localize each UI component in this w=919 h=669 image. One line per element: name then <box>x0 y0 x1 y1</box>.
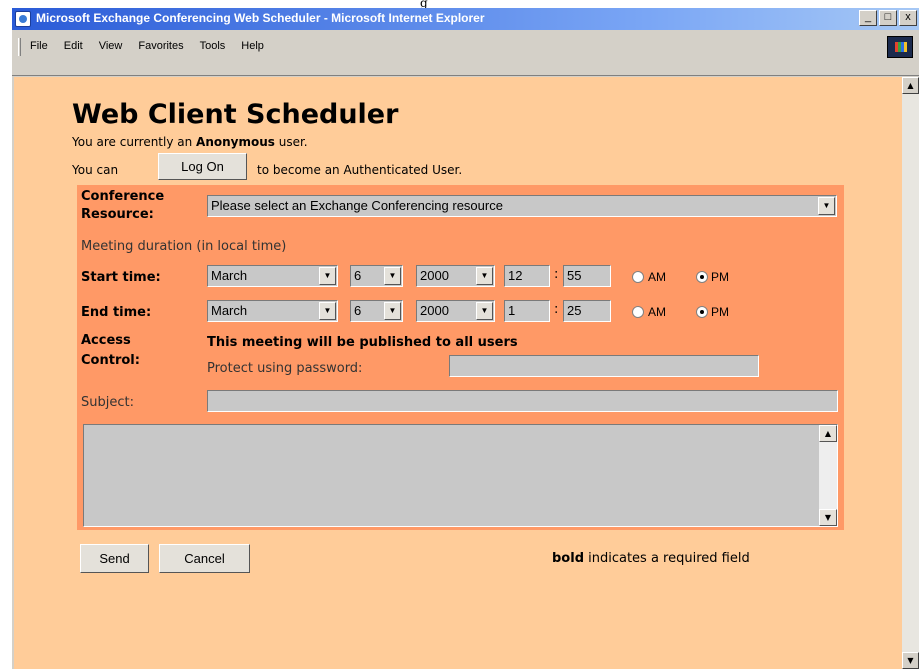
end-am-label: AM <box>648 305 666 319</box>
start-day-select[interactable]: 6 ▼ <box>350 265 403 287</box>
page-scrollbar[interactable]: ▲ ▼ <box>902 77 919 669</box>
resource-label-line1: Conference <box>81 189 165 204</box>
resource-label-line2: Resource: <box>81 207 154 222</box>
menu-items: File Edit View Favorites Tools Help <box>30 40 264 52</box>
log-on-button[interactable]: Log On <box>158 153 247 180</box>
menu-edit[interactable]: Edit <box>64 40 83 52</box>
end-pm-label: PM <box>711 305 729 319</box>
duration-label: Meeting duration (in local time) <box>81 239 287 254</box>
password-input[interactable] <box>449 355 759 377</box>
chevron-down-icon[interactable]: ▼ <box>319 267 336 285</box>
ie-icon <box>15 11 31 27</box>
password-label: Protect using password: <box>207 361 363 376</box>
start-day-value: 6 <box>354 268 362 283</box>
menu-file[interactable]: File <box>30 40 48 52</box>
end-year-value: 2000 <box>420 303 449 318</box>
end-minute-input[interactable]: 25 <box>563 300 611 322</box>
chevron-down-icon[interactable]: ▼ <box>476 302 493 320</box>
page-title: Web Client Scheduler <box>72 99 399 130</box>
titlebar: Microsoft Exchange Conferencing Web Sche… <box>12 8 919 30</box>
logon-suffix: to become an Authenticated User. <box>257 163 463 177</box>
scheduler-form: Conference Resource: Please select an Ex… <box>77 185 844 530</box>
menu-view[interactable]: View <box>99 40 123 52</box>
textarea-scrollbar[interactable]: ▲ ▼ <box>819 425 837 526</box>
start-month-value: March <box>211 268 248 283</box>
subject-input[interactable] <box>207 390 838 412</box>
menu-tools[interactable]: Tools <box>200 40 226 52</box>
chevron-down-icon[interactable]: ▼ <box>319 302 336 320</box>
start-month-select[interactable]: March ▼ <box>207 265 338 287</box>
user-status-suffix: user. <box>274 135 308 149</box>
end-month-value: March <box>211 303 248 318</box>
end-pm-radio[interactable] <box>696 306 708 318</box>
time-colon: : <box>554 302 559 317</box>
start-minute-input[interactable]: 55 <box>563 265 611 287</box>
toolbar-grip[interactable] <box>18 38 21 56</box>
user-status-prefix: You are currently an <box>72 135 197 149</box>
user-status-name: Anonymous <box>196 135 275 149</box>
logon-prefix: You can <box>72 163 119 177</box>
start-am-radio[interactable] <box>632 271 644 283</box>
menu-help[interactable]: Help <box>241 40 264 52</box>
required-bold-word: bold <box>552 551 584 566</box>
close-button[interactable]: x <box>899 10 917 26</box>
publish-note: This meeting will be published to all us… <box>207 335 518 350</box>
meeting-body-textarea[interactable]: ▲ ▼ <box>83 424 838 527</box>
start-pm-label: PM <box>711 270 729 284</box>
start-pm-radio[interactable] <box>696 271 708 283</box>
subject-label: Subject: <box>81 395 134 410</box>
chevron-down-icon[interactable]: ▼ <box>384 267 401 285</box>
scroll-down-icon[interactable]: ▼ <box>902 652 919 669</box>
end-year-select[interactable]: 2000 ▼ <box>416 300 495 322</box>
start-am-label: AM <box>648 270 666 284</box>
menu-favorites[interactable]: Favorites <box>138 40 183 52</box>
end-month-select[interactable]: March ▼ <box>207 300 338 322</box>
resource-select[interactable]: Please select an Exchange Conferencing r… <box>207 195 837 217</box>
send-button[interactable]: Send <box>80 544 149 573</box>
chevron-down-icon[interactable]: ▼ <box>476 267 493 285</box>
required-note-text: indicates a required field <box>584 551 750 566</box>
scroll-up-icon[interactable]: ▲ <box>902 77 919 94</box>
top-strip: g <box>0 0 919 10</box>
minimize-button[interactable]: _ <box>859 10 877 26</box>
window-controls: _ □ x <box>859 10 917 26</box>
scroll-up-icon[interactable]: ▲ <box>819 425 837 442</box>
access-label-line1: Access <box>81 333 131 348</box>
required-field-note: bold indicates a required field <box>552 551 750 566</box>
end-hour-input[interactable]: 1 <box>504 300 550 322</box>
end-day-value: 6 <box>354 303 362 318</box>
menubar: File Edit View Favorites Tools Help <box>12 32 919 76</box>
resource-select-value: Please select an Exchange Conferencing r… <box>211 198 503 213</box>
time-colon: : <box>554 267 559 282</box>
end-am-radio[interactable] <box>632 306 644 318</box>
windows-logo-icon <box>887 36 913 58</box>
cancel-button[interactable]: Cancel <box>159 544 250 573</box>
start-year-select[interactable]: 2000 ▼ <box>416 265 495 287</box>
start-hour-input[interactable]: 12 <box>504 265 550 287</box>
user-status: You are currently an Anonymous user. <box>72 135 308 149</box>
window-title: Microsoft Exchange Conferencing Web Sche… <box>36 11 485 25</box>
maximize-button[interactable]: □ <box>879 10 897 26</box>
page-content: Web Client Scheduler You are currently a… <box>14 77 902 669</box>
scroll-down-icon[interactable]: ▼ <box>819 509 837 526</box>
end-day-select[interactable]: 6 ▼ <box>350 300 403 322</box>
start-year-value: 2000 <box>420 268 449 283</box>
access-label-line2: Control: <box>81 353 140 368</box>
start-time-label: Start time: <box>81 270 161 285</box>
end-time-label: End time: <box>81 305 152 320</box>
chevron-down-icon[interactable]: ▼ <box>818 197 835 215</box>
browser-window: Microsoft Exchange Conferencing Web Sche… <box>11 8 919 669</box>
chevron-down-icon[interactable]: ▼ <box>384 302 401 320</box>
